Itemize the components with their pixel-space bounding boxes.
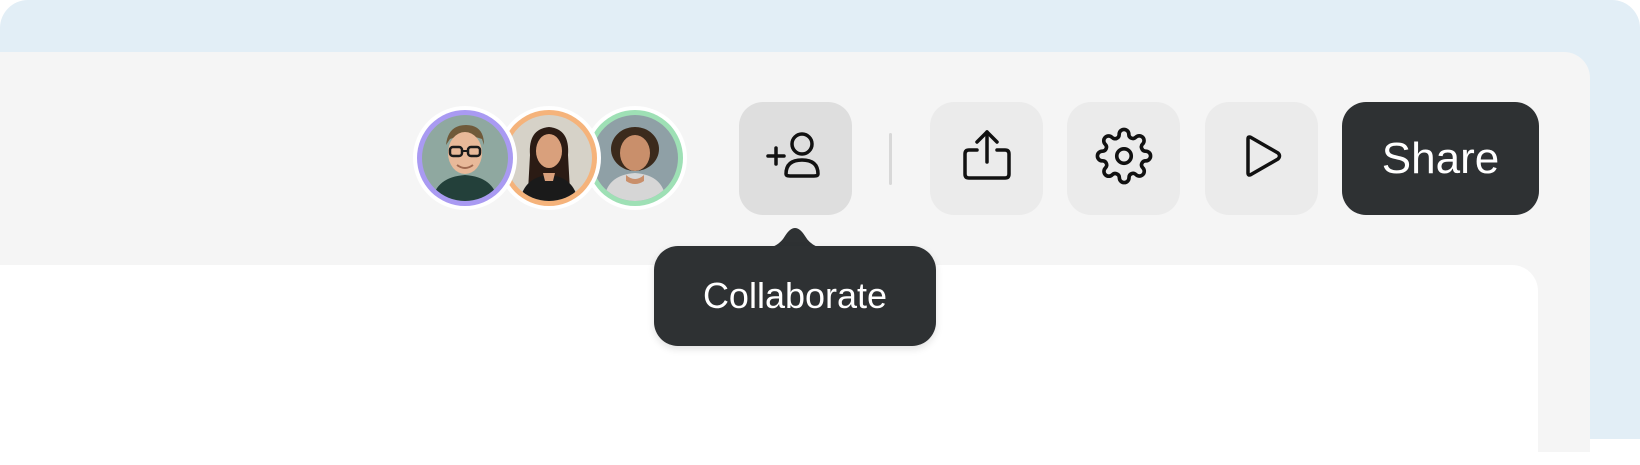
present-button[interactable] [1205, 102, 1318, 215]
collaborate-tooltip: Collaborate [654, 246, 936, 346]
toolbar-divider [889, 133, 892, 185]
settings-button[interactable] [1067, 102, 1180, 215]
export-button[interactable] [930, 102, 1043, 215]
avatar-photo [422, 115, 508, 201]
collaborate-button[interactable] [739, 102, 852, 215]
play-icon [1238, 132, 1286, 185]
share-upload-icon [959, 128, 1015, 189]
avatar-photo [592, 115, 678, 201]
avatar-photo [506, 115, 592, 201]
avatar-ring [417, 110, 513, 206]
tooltip-text: Collaborate [702, 275, 888, 316]
share-button[interactable]: Share [1342, 102, 1539, 215]
avatar-man-glasses[interactable] [413, 106, 517, 210]
avatar-ring [587, 110, 683, 206]
gear-icon [1095, 127, 1153, 190]
add-user-icon [764, 124, 828, 193]
